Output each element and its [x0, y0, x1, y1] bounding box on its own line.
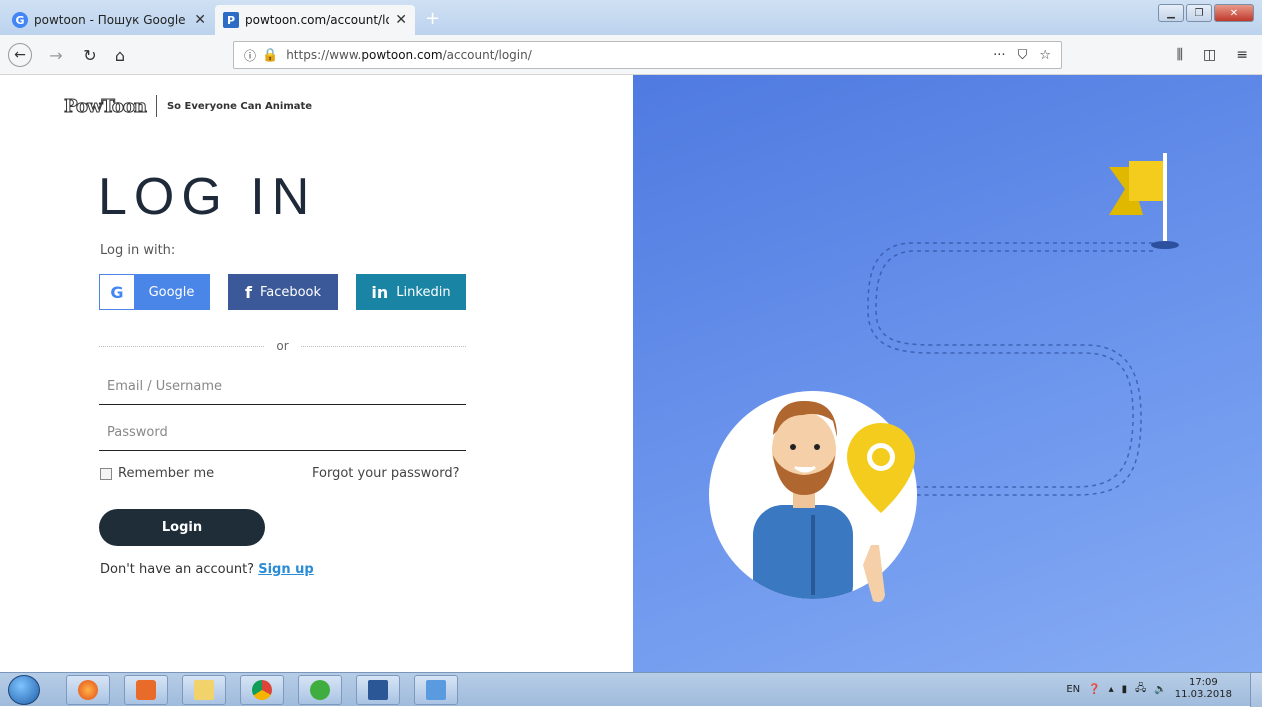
- illustration-panel: [633, 75, 1262, 672]
- page-content: PowToon So Everyone Can Animate LOG IN L…: [0, 75, 1262, 672]
- new-tab-plus-icon[interactable]: +: [425, 8, 440, 29]
- utorrent-icon: [310, 680, 330, 700]
- control-panel-taskbar-icon[interactable]: [414, 675, 458, 705]
- or-label: or: [276, 339, 289, 353]
- brand-divider: [155, 95, 157, 117]
- browser-tab-bar: G powtoon - Пошук Google ✕ P powtoon.com…: [0, 0, 1262, 35]
- utorrent-taskbar-icon[interactable]: [298, 675, 342, 705]
- back-arrow-icon[interactable]: ←: [8, 43, 32, 67]
- remember-me-checkbox[interactable]: Remember me: [100, 466, 214, 481]
- volume-icon[interactable]: 🔈: [1154, 684, 1166, 695]
- explorer-taskbar-icon[interactable]: [182, 675, 226, 705]
- forgot-password-link[interactable]: Forgot your password?: [312, 466, 460, 481]
- login-panel: PowToon So Everyone Can Animate LOG IN L…: [0, 75, 633, 672]
- tab-powtoon-login[interactable]: P powtoon.com/account/login/ ✕: [215, 5, 415, 35]
- facebook-button-label: Facebook: [259, 284, 322, 300]
- show-desktop-button[interactable]: [1250, 673, 1262, 707]
- word-icon: [368, 680, 388, 700]
- clock-time: 17:09: [1188, 677, 1218, 688]
- remember-me-label: Remember me: [118, 466, 215, 481]
- toolbar-right: ⫼ ◫ ≡: [1177, 47, 1248, 63]
- divider-line: [300, 345, 466, 347]
- email-field[interactable]: [99, 369, 466, 405]
- info-icon[interactable]: ⓘ: [244, 47, 256, 64]
- maximize-button[interactable]: ❐: [1186, 4, 1212, 22]
- control-panel-icon: [426, 680, 446, 700]
- url-actions: ··· ⛉ ☆: [993, 48, 1051, 63]
- divider-line: [99, 345, 265, 347]
- login-with-label: Log in with:: [100, 243, 176, 258]
- system-tray: EN ❓ ▴ ▮ 🖧 🔈 17:09 11.03.2018: [1066, 677, 1232, 701]
- powtoon-favicon-icon: P: [223, 12, 239, 28]
- minimize-button[interactable]: ▁: [1158, 4, 1184, 22]
- library-icon[interactable]: ⫼: [1177, 47, 1183, 63]
- start-button[interactable]: [8, 675, 40, 705]
- tab-title: powtoon.com/account/login/: [245, 13, 390, 27]
- page-title: LOG IN: [98, 168, 317, 226]
- login-button[interactable]: Login: [99, 509, 265, 546]
- close-tab-icon[interactable]: ✕: [395, 12, 407, 28]
- folder-icon: [194, 680, 214, 700]
- google-favicon-icon: G: [12, 12, 28, 28]
- checkbox-box[interactable]: [100, 467, 112, 480]
- tab-google-search[interactable]: G powtoon - Пошук Google ✕: [4, 5, 214, 35]
- brand-header: PowToon So Everyone Can Animate: [64, 95, 312, 117]
- address-bar[interactable]: ⓘ 🔒 https://www.powtoon.com/account/logi…: [233, 41, 1062, 69]
- firefox-taskbar-icon[interactable]: [66, 675, 110, 705]
- firefox-icon: [78, 680, 98, 700]
- no-account-text: Don't have an account?: [100, 562, 255, 577]
- paint-icon: [136, 680, 156, 700]
- journey-illustration: [709, 153, 1179, 603]
- page-actions-icon[interactable]: ···: [993, 48, 1005, 63]
- brand-tagline: So Everyone Can Animate: [166, 100, 313, 112]
- dashed-path-inner: [875, 250, 1153, 496]
- network-icon[interactable]: 🖧: [1135, 681, 1146, 698]
- windows-taskbar: EN ❓ ▴ ▮ 🖧 🔈 17:09 11.03.2018: [0, 672, 1262, 707]
- linkedin-in-icon: in: [371, 282, 389, 302]
- clock-date: 11.03.2018: [1174, 689, 1232, 700]
- sidebar-icon[interactable]: ◫: [1203, 47, 1216, 63]
- reload-icon[interactable]: ↻: [78, 43, 102, 67]
- facebook-login-button[interactable]: f Facebook: [228, 274, 338, 310]
- google-button-label: Google: [148, 284, 195, 300]
- chrome-icon: [252, 680, 272, 700]
- chrome-taskbar-icon[interactable]: [240, 675, 284, 705]
- signup-prompt: Don't have an account? Sign up: [100, 562, 314, 577]
- password-field[interactable]: [99, 415, 466, 451]
- lock-icon[interactable]: 🔒: [262, 48, 278, 63]
- pocket-icon[interactable]: ⛉: [1018, 48, 1028, 63]
- help-icon[interactable]: ❓: [1088, 684, 1100, 695]
- home-icon[interactable]: ⌂: [108, 43, 132, 67]
- system-clock[interactable]: 17:09 11.03.2018: [1175, 677, 1232, 701]
- window-controls: ▁ ❐ ✕: [1158, 4, 1254, 22]
- google-login-button[interactable]: G Google: [99, 274, 210, 310]
- browser-nav-bar: ← → ↻ ⌂ ⓘ 🔒 https://www.powtoon.com/acco…: [0, 35, 1262, 75]
- flag-icon: [1109, 153, 1179, 249]
- tab-title: powtoon - Пошук Google: [34, 13, 186, 27]
- google-g-icon: G: [100, 275, 134, 309]
- powtoon-logo[interactable]: PowToon: [64, 95, 148, 117]
- close-tab-icon[interactable]: ✕: [194, 12, 206, 28]
- signup-link[interactable]: Sign up: [258, 562, 313, 577]
- linkedin-login-button[interactable]: in Linkedin: [356, 274, 466, 310]
- close-window-button[interactable]: ✕: [1214, 4, 1254, 22]
- linkedin-button-label: Linkedin: [396, 284, 451, 300]
- or-divider: or: [99, 339, 466, 353]
- language-indicator[interactable]: EN: [1066, 684, 1080, 695]
- forward-arrow-icon[interactable]: →: [44, 43, 68, 67]
- facebook-f-icon: f: [244, 282, 252, 302]
- menu-icon[interactable]: ≡: [1236, 47, 1248, 63]
- bookmark-star-icon[interactable]: ☆: [1039, 48, 1051, 63]
- signal-icon[interactable]: ▮: [1122, 684, 1128, 695]
- app-taskbar-icon[interactable]: [124, 675, 168, 705]
- show-hidden-icons[interactable]: ▴: [1109, 684, 1114, 695]
- word-taskbar-icon[interactable]: [356, 675, 400, 705]
- url-text: https://www.powtoon.com/account/login/: [286, 48, 532, 62]
